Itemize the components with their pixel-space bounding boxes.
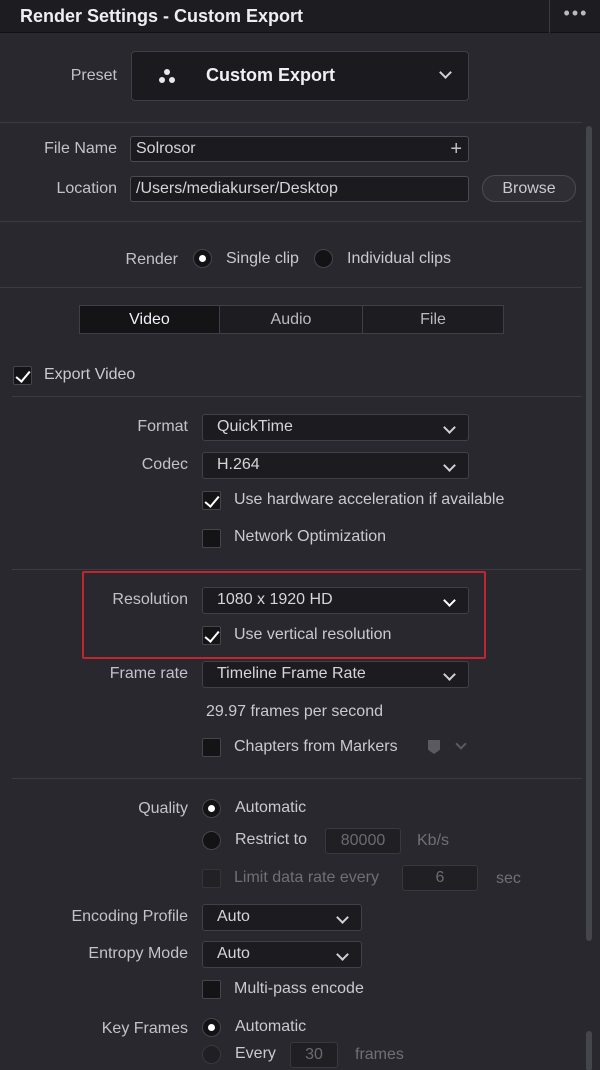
quality-automatic-label: Automatic: [235, 799, 307, 816]
entropy-mode-dropdown[interactable]: Auto: [202, 941, 362, 968]
multipass-encode-checkbox[interactable]: [202, 980, 221, 999]
chevron-down-icon: [443, 459, 456, 472]
entropy-mode-value: Auto: [217, 945, 250, 962]
frame-rate-dropdown[interactable]: Timeline Frame Rate: [202, 661, 469, 688]
ellipsis-icon[interactable]: •••: [556, 4, 596, 28]
scrollbar-thumb[interactable]: [586, 126, 592, 941]
key-frames-every-label: Every: [235, 1045, 276, 1062]
annotation-highlight-box: [82, 571, 486, 659]
preset-label: Preset: [70, 67, 117, 84]
entropy-mode-label: Entropy Mode: [88, 945, 188, 962]
tab-bar: Video Audio File: [79, 305, 504, 334]
limit-unit-label: sec: [496, 870, 521, 887]
file-name-value: Solrosor: [136, 140, 196, 157]
chevron-down-icon: [439, 66, 452, 79]
key-frames-automatic-label: Automatic: [235, 1018, 307, 1035]
divider: [12, 778, 582, 779]
tab-audio[interactable]: Audio: [220, 306, 363, 333]
frame-rate-value: Timeline Frame Rate: [217, 665, 366, 682]
hardware-acceleration-checkbox[interactable]: [202, 491, 221, 510]
restrict-bitrate-field[interactable]: 80000: [325, 828, 401, 854]
location-label: Location: [56, 180, 118, 197]
format-label: Format: [137, 418, 188, 435]
quality-automatic-radio[interactable]: [202, 799, 221, 818]
encoding-profile-label: Encoding Profile: [71, 908, 188, 925]
encoding-profile-dropdown[interactable]: Auto: [202, 904, 362, 931]
quality-restrict-label: Restrict to: [235, 831, 308, 848]
key-frames-label: Key Frames: [101, 1020, 188, 1037]
resolve-logo-icon: [159, 69, 175, 83]
single-clip-radio[interactable]: [193, 249, 212, 268]
key-frames-unit-label: frames: [355, 1046, 404, 1063]
restrict-unit-label: Kb/s: [417, 832, 450, 849]
preset-dropdown[interactable]: Custom Export: [131, 51, 469, 101]
chevron-down-icon: [336, 948, 349, 961]
encoding-profile-value: Auto: [217, 908, 250, 925]
codec-dropdown[interactable]: H.264: [202, 452, 469, 479]
location-field[interactable]: /Users/mediakurser/Desktop: [130, 176, 469, 202]
file-name-field[interactable]: Solrosor +: [130, 136, 469, 162]
chapters-from-markers-checkbox[interactable]: [202, 738, 221, 757]
network-optimization-label: Network Optimization: [234, 528, 387, 545]
single-clip-label: Single clip: [226, 250, 299, 267]
limit-data-rate-field[interactable]: 6: [402, 865, 478, 891]
limit-data-rate-checkbox[interactable]: [202, 869, 221, 888]
chevron-down-icon: [443, 421, 456, 434]
title-divider: [549, 0, 550, 33]
key-frames-automatic-radio[interactable]: [202, 1018, 221, 1037]
location-value: /Users/mediakurser/Desktop: [136, 180, 338, 197]
individual-clips-label: Individual clips: [347, 250, 452, 267]
chevron-down-icon: [336, 911, 349, 924]
divider: [12, 569, 582, 570]
individual-clips-radio[interactable]: [314, 249, 333, 268]
quality-label: Quality: [138, 800, 188, 817]
frame-rate-note: 29.97 frames per second: [206, 703, 383, 720]
divider: [0, 122, 582, 123]
title-bar: Render Settings - Custom Export •••: [0, 0, 600, 33]
add-icon[interactable]: +: [450, 137, 462, 161]
scrollbar-track-lower[interactable]: [586, 1031, 592, 1070]
key-frames-every-radio[interactable]: [202, 1045, 221, 1064]
quality-restrict-radio[interactable]: [202, 831, 221, 850]
network-optimization-checkbox[interactable]: [202, 529, 221, 548]
render-label: Render: [125, 251, 178, 268]
limit-data-rate-label: Limit data rate every: [234, 869, 379, 886]
hardware-acceleration-label: Use hardware acceleration if available: [234, 491, 505, 508]
frame-rate-label: Frame rate: [109, 665, 188, 682]
render-settings-panel: Preset Custom Export File Name Solrosor …: [0, 33, 600, 1070]
divider: [12, 396, 582, 397]
chapters-from-markers-label: Chapters from Markers: [234, 738, 398, 755]
format-dropdown[interactable]: QuickTime: [202, 414, 469, 441]
tab-file[interactable]: File: [363, 306, 503, 333]
codec-value: H.264: [217, 456, 260, 473]
export-video-checkbox[interactable]: [13, 366, 32, 385]
tab-video[interactable]: Video: [80, 306, 220, 333]
multipass-encode-label: Multi-pass encode: [234, 980, 364, 997]
chevron-down-icon: [443, 668, 456, 681]
chevron-down-icon[interactable]: [455, 738, 467, 750]
divider: [0, 221, 582, 222]
window-title: Render Settings - Custom Export: [20, 6, 304, 26]
format-value: QuickTime: [217, 418, 293, 435]
codec-label: Codec: [141, 456, 188, 473]
file-name-label: File Name: [44, 140, 117, 157]
browse-button[interactable]: Browse: [482, 175, 576, 202]
preset-value: Custom Export: [206, 65, 336, 85]
marker-icon[interactable]: [428, 740, 440, 754]
export-video-label: Export Video: [44, 366, 136, 383]
divider: [0, 287, 582, 288]
key-frames-every-field[interactable]: 30: [290, 1042, 338, 1068]
